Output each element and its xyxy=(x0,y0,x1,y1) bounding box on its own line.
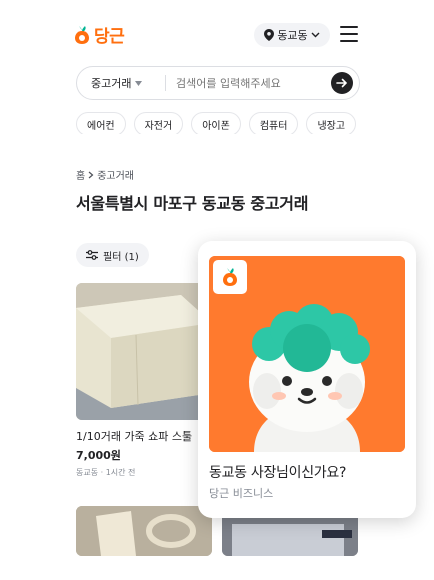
logo[interactable]: 당근 xyxy=(74,22,125,47)
search-category-label: 중고거래 xyxy=(91,77,132,90)
carrot-logo-icon xyxy=(75,25,89,44)
product-image[interactable] xyxy=(76,283,212,420)
product-title[interactable]: 1/10거래 가죽 쇼파 스툴 xyxy=(76,428,192,444)
chip-4[interactable]: 냉장고 xyxy=(306,112,357,134)
chip-1[interactable]: 자전거 xyxy=(133,112,184,134)
search-submit-button[interactable] xyxy=(331,72,353,94)
filter-button[interactable]: 필터 (1) xyxy=(76,243,149,267)
filter-label: 필터 (1) xyxy=(103,251,139,263)
product-meta: 동교동 · 1시간 전 xyxy=(76,468,136,477)
carrot-badge-icon xyxy=(213,260,247,294)
promo-image xyxy=(209,256,405,452)
logo-text: 당근 xyxy=(94,27,125,47)
popup-title: 동교동 사장님이신가요? xyxy=(209,465,347,481)
filter-sliders-icon xyxy=(86,250,98,260)
chevron-right-icon xyxy=(88,171,94,178)
search-input[interactable] xyxy=(166,75,331,91)
product-image[interactable] xyxy=(76,506,212,556)
chevron-down-icon xyxy=(311,32,320,38)
hamburger-menu-icon[interactable] xyxy=(340,26,358,42)
page-title: 서울특별시 마포구 동교동 중고거래 xyxy=(76,194,309,213)
breadcrumb-current[interactable]: 중고거래 xyxy=(97,167,134,182)
location-selector-button[interactable]: 동교동 xyxy=(254,23,330,47)
product-photo xyxy=(76,506,212,556)
chip-2[interactable]: 아이폰 xyxy=(191,112,241,134)
popup-subtitle: 당근 비즈니스 xyxy=(209,487,274,500)
product-price: 7,000원 xyxy=(76,449,121,462)
business-promo-popup[interactable]: 동교동 사장님이신가요? 당근 비즈니스 xyxy=(198,241,416,518)
breadcrumb-home[interactable]: 홈 xyxy=(76,167,85,182)
location-label: 동교동 xyxy=(277,29,308,42)
arrow-right-icon xyxy=(336,78,348,88)
ottoman-photo xyxy=(76,283,212,420)
location-pin-icon xyxy=(264,29,275,41)
search-category-select[interactable]: 중고거래 xyxy=(77,75,165,91)
breadcrumb: 홈 중고거래 xyxy=(76,167,134,182)
search-bar: 중고거래 xyxy=(76,66,360,100)
category-chips: 에어컨 자전거 아이폰 컴퓨터 냉장고 곳조 xyxy=(76,112,359,134)
caret-down-icon xyxy=(135,80,143,86)
chip-3[interactable]: 컴퓨터 xyxy=(248,112,299,134)
chip-0[interactable]: 에어컨 xyxy=(76,112,126,134)
